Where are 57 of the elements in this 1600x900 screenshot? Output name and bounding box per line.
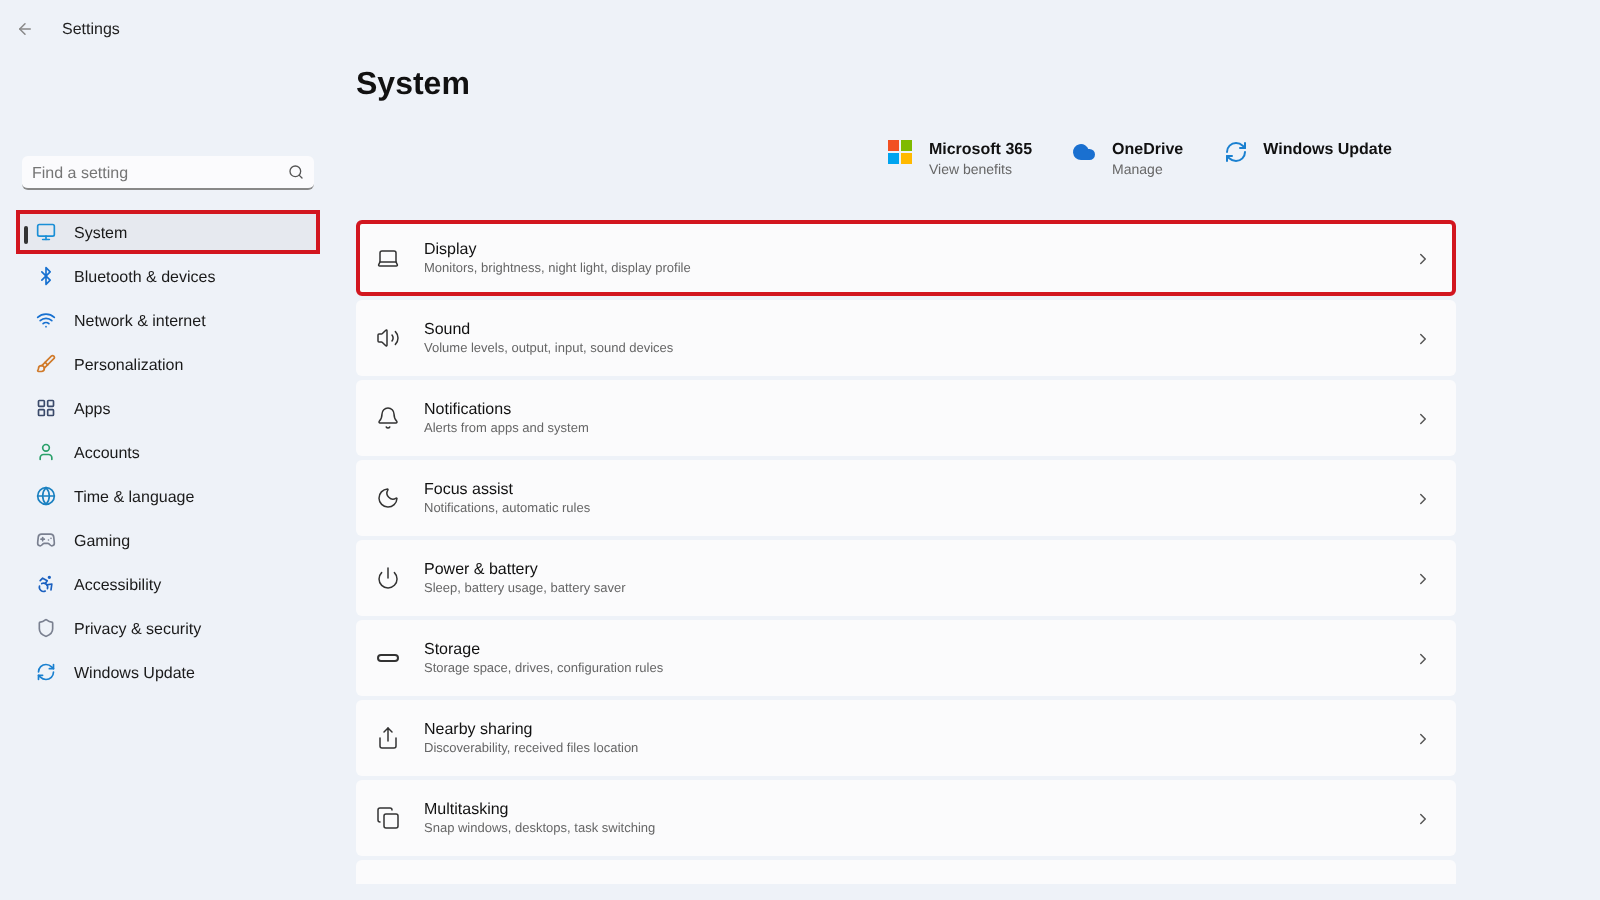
card-icon	[376, 726, 400, 750]
search-icon	[288, 164, 304, 180]
chevron-icon	[1414, 249, 1432, 267]
back-icon[interactable]	[16, 19, 34, 37]
sidebar-icon	[36, 266, 56, 286]
chevron-icon	[1414, 409, 1432, 427]
page-title: System	[356, 68, 472, 104]
sidebar-item[interactable]: Network & internet	[16, 298, 320, 342]
card-icon	[376, 566, 400, 590]
sidebar-icon	[36, 662, 56, 682]
card-icon	[376, 406, 400, 430]
sidebar-icon	[36, 574, 56, 594]
card-icon	[376, 326, 400, 350]
sidebar-item[interactable]: Gaming	[16, 518, 320, 562]
cloud-icon	[1072, 140, 1097, 164]
card-title: Nearby sharing	[424, 720, 535, 738]
sidebar-icon	[36, 398, 56, 418]
quick-link-title[interactable]: OneDrive	[1112, 140, 1184, 158]
sidebar-item[interactable]: Time & language	[16, 474, 320, 518]
selection-indicator	[24, 226, 28, 244]
chevron-icon	[1414, 729, 1432, 747]
window-title: Settings	[62, 19, 120, 37]
sidebar-item[interactable]: Windows Update	[16, 650, 320, 694]
card-title: Focus assist	[424, 480, 515, 498]
sidebar-icon	[36, 530, 56, 550]
card-title: Storage	[424, 640, 483, 658]
sidebar-item[interactable]: System	[16, 210, 320, 254]
sidebar-icon	[36, 442, 56, 462]
sidebar-item[interactable]: Accounts	[16, 430, 320, 474]
chevron-icon	[1414, 809, 1432, 827]
four-squares-logo-icon	[888, 140, 913, 164]
refresh-icon	[1223, 140, 1248, 164]
quick-link-title[interactable]: Windows Update	[1263, 140, 1392, 158]
card-title: Multitasking	[424, 800, 511, 818]
sidebar-icon	[36, 310, 56, 330]
quick-link-title[interactable]: Microsoft 365	[928, 140, 1033, 158]
card-title: Display	[424, 240, 479, 258]
search-field[interactable]: Find a setting	[22, 156, 314, 190]
sidebar-item[interactable]: Personalization	[16, 342, 320, 386]
sidebar-item[interactable]: Privacy & security	[16, 606, 320, 650]
sidebar-item[interactable]: Apps	[16, 386, 320, 430]
card-title: Notifications	[424, 400, 514, 418]
card-icon	[376, 486, 400, 510]
chevron-icon	[1414, 569, 1432, 587]
sidebar-icon	[36, 486, 56, 506]
sidebar-icon	[36, 222, 56, 242]
card-title: Power & battery	[424, 560, 540, 578]
sidebar-icon	[36, 354, 56, 374]
chevron-icon	[1414, 489, 1432, 507]
card-icon	[376, 246, 400, 270]
chevron-icon	[1414, 649, 1432, 667]
sidebar-item[interactable]: Bluetooth & devices	[16, 254, 320, 298]
card-icon	[376, 806, 400, 830]
card-title: Sound	[424, 320, 473, 338]
sidebar-item[interactable]: Accessibility	[16, 562, 320, 606]
chevron-icon	[1414, 329, 1432, 347]
sidebar-icon	[36, 618, 56, 638]
